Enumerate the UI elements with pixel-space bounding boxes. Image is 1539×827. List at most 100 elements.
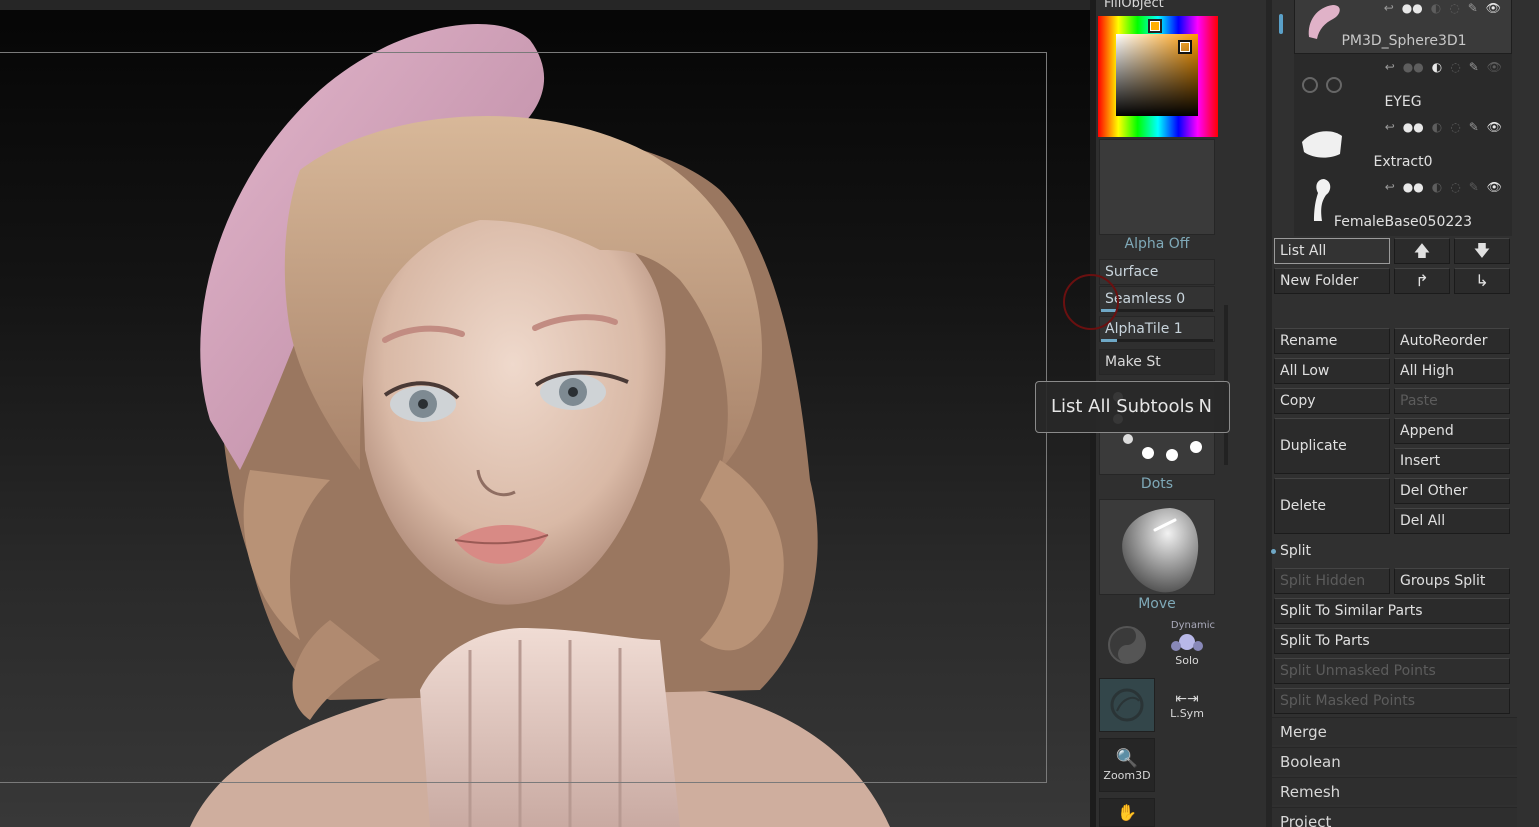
stroke-label: Dots bbox=[1140, 476, 1174, 492]
remesh-section-header[interactable]: Remesh bbox=[1272, 777, 1517, 805]
toggle-icon: ●● bbox=[1402, 180, 1424, 194]
eye-icon: 👁 bbox=[1486, 60, 1502, 74]
move3d-button[interactable]: ✋ bbox=[1099, 798, 1155, 827]
eye-icon: 👁 bbox=[1485, 1, 1501, 15]
dynamic-label: Dynamic bbox=[1170, 620, 1215, 631]
paste-button[interactable]: Paste bbox=[1394, 388, 1510, 414]
brush-icon: ✎ bbox=[1468, 60, 1479, 74]
alphatile-track[interactable] bbox=[1101, 339, 1213, 342]
arrow-turn-right-icon: ↱ bbox=[1415, 271, 1429, 290]
half-moon-icon: ◐ bbox=[1430, 1, 1442, 15]
project-section-header[interactable]: Project bbox=[1272, 807, 1517, 827]
boolean-section-header[interactable]: Boolean bbox=[1272, 747, 1517, 775]
lsym-label: L.Sym bbox=[1170, 706, 1204, 720]
eye-icon: 👁 bbox=[1486, 180, 1502, 194]
dot-icon: ◌ bbox=[1450, 180, 1461, 194]
move-into-folder-button[interactable]: ↱ bbox=[1394, 268, 1450, 294]
all-high-button[interactable]: All High bbox=[1394, 358, 1510, 384]
fill-object-label: FillObject bbox=[1104, 0, 1164, 11]
subtool-name: Extract0 bbox=[1373, 154, 1433, 170]
subtool-item[interactable]: ↩ ●● ◐ ◌ ✎ 👁 FemaleBase050223 bbox=[1294, 174, 1512, 234]
color-picker[interactable] bbox=[1098, 16, 1218, 137]
groups-split-button[interactable]: Groups Split bbox=[1394, 568, 1510, 594]
all-low-button[interactable]: All Low bbox=[1274, 358, 1390, 384]
new-folder-button[interactable]: New Folder bbox=[1274, 268, 1390, 294]
append-button[interactable]: Append bbox=[1394, 418, 1510, 444]
split-section-header[interactable]: Split bbox=[1280, 543, 1311, 559]
split-to-similar-parts-button[interactable]: Split To Similar Parts bbox=[1274, 598, 1510, 624]
saturation-marker[interactable] bbox=[1178, 40, 1192, 54]
sphere-outline-icon bbox=[1110, 688, 1144, 722]
dot-icon: ◌ bbox=[1450, 120, 1461, 134]
move-up-button[interactable]: 🡅 bbox=[1394, 238, 1450, 264]
subtool-scrollbar[interactable] bbox=[1279, 14, 1283, 34]
material-sphere-button[interactable] bbox=[1099, 618, 1155, 672]
zoom3d-label: Zoom3D bbox=[1103, 769, 1151, 782]
brush-slot[interactable] bbox=[1099, 499, 1215, 595]
half-moon-icon: ◐ bbox=[1431, 60, 1443, 74]
del-all-button[interactable]: Del All bbox=[1394, 508, 1510, 534]
split-to-parts-button[interactable]: Split To Parts bbox=[1274, 628, 1510, 654]
dot-icon: ◌ bbox=[1449, 1, 1460, 15]
alphatile-fill bbox=[1101, 339, 1117, 342]
insert-button[interactable]: Insert bbox=[1394, 448, 1510, 474]
yin-yang-icon bbox=[1108, 626, 1146, 664]
dot-icon: ◌ bbox=[1450, 60, 1461, 74]
tooltip: List All Subtools N bbox=[1035, 381, 1230, 433]
symmetry-sphere-button[interactable] bbox=[1099, 678, 1155, 732]
split-masked-points-button[interactable]: Split Masked Points bbox=[1274, 688, 1510, 714]
lsym-button[interactable]: ⇤⇥ L.Sym bbox=[1159, 678, 1215, 732]
arrow-icon: ↩ bbox=[1384, 60, 1395, 74]
split-unmasked-points-button[interactable]: Split Unmasked Points bbox=[1274, 658, 1510, 684]
dynamic-solo-button[interactable]: Dynamic Solo bbox=[1159, 618, 1215, 672]
list-all-button[interactable]: List All bbox=[1274, 238, 1390, 264]
copy-button[interactable]: Copy bbox=[1274, 388, 1390, 414]
alpha-label: Alpha Off bbox=[1124, 236, 1190, 252]
hue-marker[interactable] bbox=[1148, 19, 1162, 33]
tooltip-shortcut: N bbox=[1198, 396, 1212, 417]
merge-section-header[interactable]: Merge bbox=[1272, 717, 1517, 745]
brush-icon: ✎ bbox=[1467, 1, 1478, 15]
arrow-turn-down-icon: ↳ bbox=[1475, 271, 1489, 290]
surface-button[interactable]: Surface bbox=[1099, 259, 1215, 285]
auto-reorder-button[interactable]: AutoReorder bbox=[1394, 328, 1510, 354]
3d-viewport[interactable] bbox=[0, 0, 1090, 827]
move-down-button[interactable]: 🡇 bbox=[1454, 238, 1510, 264]
brush-icon: ✎ bbox=[1468, 180, 1479, 194]
tooltip-text: List All Subtools bbox=[1051, 396, 1194, 417]
make-st-button[interactable]: Make St bbox=[1099, 349, 1215, 375]
brush-label: Move bbox=[1138, 596, 1176, 612]
arrow-up-icon: 🡅 bbox=[1413, 241, 1431, 260]
toggle-icon: ●● bbox=[1401, 1, 1423, 15]
half-moon-icon: ◐ bbox=[1431, 120, 1443, 134]
split-hidden-button[interactable]: Split Hidden bbox=[1274, 568, 1390, 594]
zoom3d-button[interactable]: 🔍 Zoom3D bbox=[1099, 738, 1155, 792]
move-brush-icon bbox=[1122, 508, 1199, 593]
eye-icon: 👁 bbox=[1486, 120, 1502, 134]
subtool-item[interactable]: ↩ ●● ◐ ◌ ✎ 👁 EYEG bbox=[1294, 54, 1512, 114]
delete-button[interactable]: Delete bbox=[1274, 478, 1390, 534]
brush-icon: ✎ bbox=[1468, 120, 1479, 134]
subtool-item[interactable]: ↩ ●● ◐ ◌ ✎ 👁 PM3D_Sphere3D1 bbox=[1294, 0, 1512, 54]
subtool-item[interactable]: ↩ ●● ◐ ◌ ✎ 👁 Extract0 bbox=[1294, 114, 1512, 174]
subtool-controls[interactable]: ↩ ●● ◐ ◌ ✎ 👁 bbox=[1385, 120, 1502, 134]
hand-icon: ✋ bbox=[1117, 803, 1137, 822]
document-frame bbox=[0, 52, 1047, 783]
split-expanded-indicator bbox=[1271, 549, 1276, 554]
rename-button[interactable]: Rename bbox=[1274, 328, 1390, 354]
subtool-name: EYEG bbox=[1384, 94, 1422, 110]
del-other-button[interactable]: Del Other bbox=[1394, 478, 1510, 504]
solo-label: Solo bbox=[1175, 653, 1199, 667]
duplicate-button[interactable]: Duplicate bbox=[1274, 418, 1390, 474]
arrow-icon: ↩ bbox=[1384, 120, 1395, 134]
half-moon-icon: ◐ bbox=[1431, 180, 1443, 194]
lsym-arrows-icon: ⇤⇥ bbox=[1175, 690, 1199, 707]
solo-icon bbox=[1171, 633, 1203, 651]
subtool-controls[interactable]: ↩ ●● ◐ ◌ ✎ 👁 bbox=[1385, 180, 1502, 194]
alpha-slot[interactable] bbox=[1099, 139, 1215, 235]
subtool-controls[interactable]: ↩ ●● ◐ ◌ ✎ 👁 bbox=[1384, 1, 1501, 15]
subtool-controls[interactable]: ↩ ●● ◐ ◌ ✎ 👁 bbox=[1385, 60, 1502, 74]
toggle-icon: ●● bbox=[1402, 60, 1424, 74]
brush-cursor-ring bbox=[1063, 274, 1119, 330]
move-out-folder-button[interactable]: ↳ bbox=[1454, 268, 1510, 294]
